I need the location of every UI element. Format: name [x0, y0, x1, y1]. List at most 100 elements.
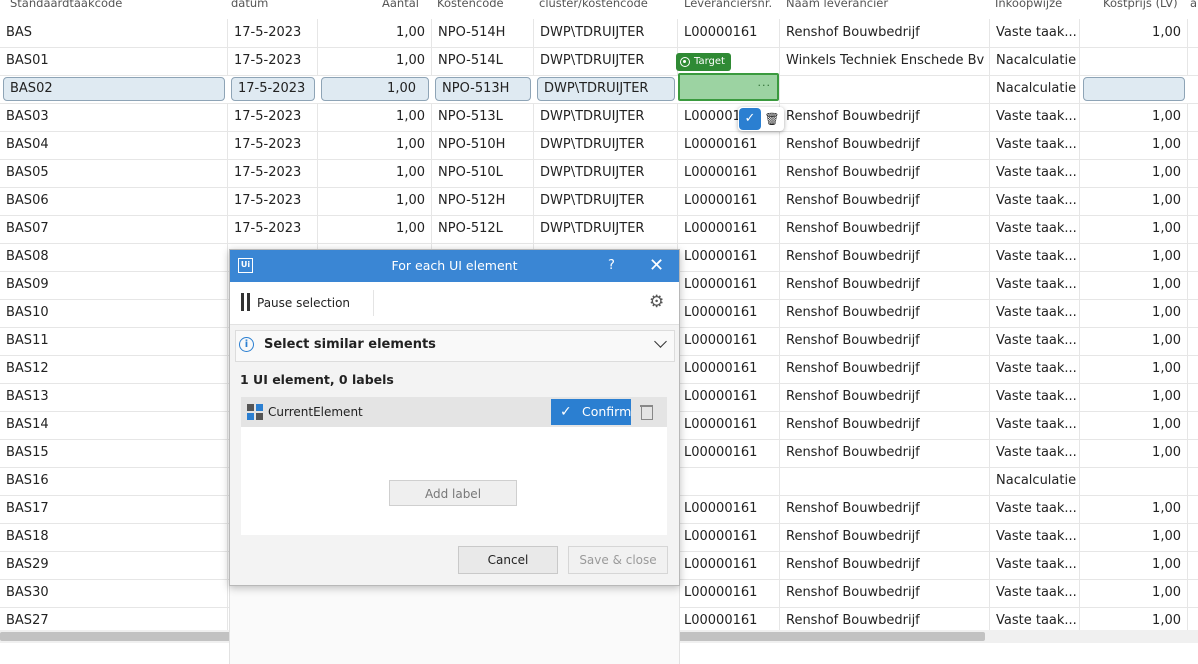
trash-icon[interactable] [640, 403, 654, 420]
table-cell[interactable]: L00000161 [678, 411, 780, 439]
table-cell[interactable]: BAS [0, 19, 228, 47]
table-cell[interactable]: 1,00 [321, 77, 429, 101]
table-cell[interactable]: Vaste taak... [990, 355, 1080, 383]
table-cell[interactable]: BAS30 [0, 579, 228, 607]
table-cell[interactable]: 17-5-2023 [228, 131, 318, 159]
table-cell[interactable]: Vaste taak... [990, 19, 1080, 47]
table-cell[interactable]: 17-5-2023 [231, 77, 315, 101]
table-cell[interactable]: Vaste taak... [990, 523, 1080, 551]
table-cell[interactable]: Vaste taak... [990, 159, 1080, 187]
table-cell[interactable]: BAS16 [0, 467, 228, 495]
table-cell[interactable]: Renshof Bouwbedrijf [780, 243, 990, 271]
help-icon[interactable]: ? [608, 250, 615, 282]
column-header[interactable]: cluster/kostencode [539, 0, 678, 13]
table-cell[interactable]: 1,00 [1080, 159, 1188, 187]
column-header[interactable]: Inkoopwijze [995, 0, 1080, 13]
table-cell[interactable]: 1,00 [1080, 495, 1188, 523]
table-cell[interactable]: BAS12 [0, 355, 228, 383]
table-cell[interactable]: Renshof Bouwbedrijf [780, 551, 990, 579]
table-cell[interactable]: Renshof Bouwbedrijf [780, 383, 990, 411]
table-cell[interactable]: Renshof Bouwbedrijf [780, 355, 990, 383]
table-cell[interactable]: L00000161 [678, 159, 780, 187]
table-cell[interactable] [780, 75, 990, 103]
table-cell[interactable]: Renshof Bouwbedrijf [780, 215, 990, 243]
table-cell[interactable]: Renshof Bouwbedrijf [780, 131, 990, 159]
add-label-button[interactable]: Add label [389, 480, 517, 506]
cancel-button[interactable]: Cancel [458, 546, 558, 574]
table-cell[interactable]: Vaste taak... [990, 299, 1080, 327]
table-cell[interactable]: Renshof Bouwbedrijf [780, 495, 990, 523]
table-cell[interactable]: 1,00 [318, 19, 432, 47]
table-cell[interactable]: 1,00 [1080, 439, 1188, 467]
table-cell[interactable]: BAS07 [0, 215, 228, 243]
table-cell[interactable]: BAS15 [0, 439, 228, 467]
table-cell[interactable]: 17-5-2023 [228, 187, 318, 215]
table-cell[interactable]: 1,00 [1080, 523, 1188, 551]
table-cell[interactable]: BAS01 [0, 47, 228, 75]
table-cell[interactable]: Renshof Bouwbedrijf [780, 523, 990, 551]
table-cell[interactable]: BAS29 [0, 551, 228, 579]
table-cell[interactable]: 17-5-2023 [228, 103, 318, 131]
table-cell[interactable]: NPO-510L [432, 159, 534, 187]
table-cell[interactable] [678, 467, 780, 495]
table-cell[interactable]: 1,00 [1080, 215, 1188, 243]
table-cell[interactable]: DWP\TDRUIJTER [534, 131, 678, 159]
table-cell[interactable]: NPO-514H [432, 19, 534, 47]
table-cell[interactable]: Vaste taak... [990, 243, 1080, 271]
table-cell[interactable]: DWP\TDRUIJTER [534, 187, 678, 215]
element-row[interactable]: CurrentElement ✓ Confirm [241, 397, 667, 427]
table-cell[interactable]: L00000161 [678, 579, 780, 607]
table-cell[interactable]: BAS17 [0, 495, 228, 523]
table-cell[interactable]: NPO-512L [432, 215, 534, 243]
table-cell[interactable]: 1,00 [1080, 327, 1188, 355]
table-cell[interactable]: 1,00 [318, 187, 432, 215]
column-header[interactable]: Standaardtaakcode [10, 0, 228, 13]
more-icon[interactable]: ··· [758, 79, 772, 92]
table-row[interactable]: BAS 17-5-2023 1,00 NPO-514H DWP\TDRUIJTER L00… [0, 19, 1198, 48]
table-cell[interactable]: NPO-513H [435, 77, 531, 101]
table-cell[interactable] [780, 467, 990, 495]
dialog-titlebar[interactable]: Ui For each UI element ? ✕ [230, 250, 679, 282]
confirm-target-icon[interactable]: ✓ [739, 108, 761, 130]
gear-icon[interactable]: ⚙ [649, 292, 664, 312]
save-close-button[interactable]: Save & close [568, 546, 668, 574]
table-cell[interactable]: BAS03 [0, 103, 228, 131]
column-header[interactable]: datum [231, 0, 318, 13]
table-cell[interactable]: Renshof Bouwbedrijf [780, 327, 990, 355]
table-cell[interactable]: Vaste taak... [990, 495, 1080, 523]
table-row[interactable]: BAS06 17-5-2023 1,00 NPO-512H DWP\TDRUIJTER L… [0, 187, 1198, 216]
table-cell[interactable]: Nacalculatie [990, 467, 1080, 495]
table-cell[interactable]: DWP\TDRUIJTER [534, 47, 678, 75]
table-cell[interactable]: 1,00 [318, 103, 432, 131]
table-cell[interactable]: Vaste taak... [990, 215, 1080, 243]
column-header[interactable]: Naam leverancier [786, 0, 990, 13]
table-cell[interactable]: L00000161 [678, 327, 780, 355]
column-header[interactable]: Kostprijs (LV) [1103, 0, 1188, 13]
column-header[interactable]: Aantal [382, 0, 432, 13]
table-cell[interactable]: 1,00 [1080, 383, 1188, 411]
table-cell[interactable]: Vaste taak... [990, 411, 1080, 439]
table-cell[interactable]: BAS11 [0, 327, 228, 355]
table-cell[interactable]: 1,00 [1080, 187, 1188, 215]
table-cell[interactable]: L00000161 [678, 243, 780, 271]
table-row[interactable]: BAS05 17-5-2023 1,00 NPO-510L DWP\TDRUIJTER L… [0, 159, 1198, 188]
table-cell[interactable] [1080, 47, 1188, 75]
table-cell[interactable]: L00000161 [678, 299, 780, 327]
table-cell[interactable]: BAS13 [0, 383, 228, 411]
table-row[interactable]: BAS04 17-5-2023 1,00 NPO-510H DWP\TDRUIJTER L… [0, 131, 1198, 160]
chevron-down-icon[interactable] [654, 335, 667, 348]
table-cell[interactable]: BAS04 [0, 131, 228, 159]
table-cell[interactable]: Vaste taak... [990, 383, 1080, 411]
table-cell[interactable]: BAS08 [0, 243, 228, 271]
table-cell[interactable]: L00000161 [678, 523, 780, 551]
table-cell[interactable]: Renshof Bouwbedrijf [780, 187, 990, 215]
table-cell[interactable]: 17-5-2023 [228, 19, 318, 47]
table-cell[interactable]: L00000161 [678, 215, 780, 243]
table-cell[interactable]: L00000161 [678, 19, 780, 47]
table-cell[interactable]: NPO-510H [432, 131, 534, 159]
table-cell[interactable]: 1,00 [1080, 103, 1188, 131]
table-cell[interactable]: NPO-514L [432, 47, 534, 75]
table-cell[interactable]: Vaste taak... [990, 551, 1080, 579]
table-cell[interactable]: 1,00 [318, 159, 432, 187]
table-cell[interactable]: Renshof Bouwbedrijf [780, 271, 990, 299]
